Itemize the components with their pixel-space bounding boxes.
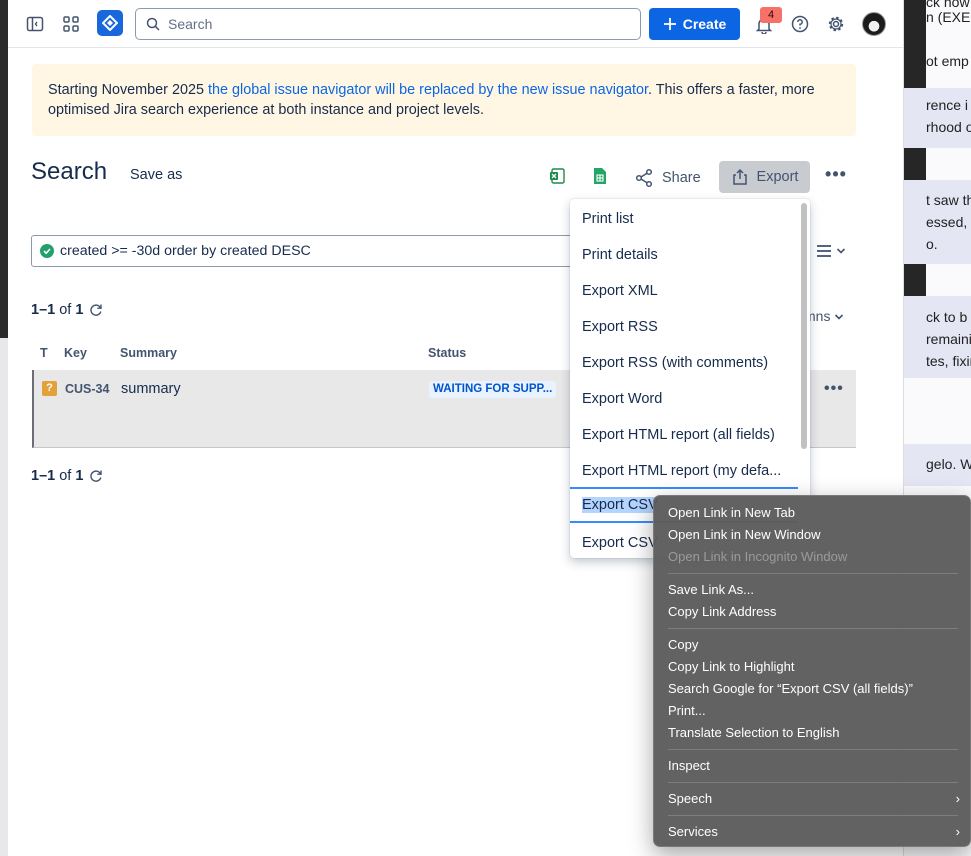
background-text: rence i: [926, 97, 969, 113]
background-window-left: [0, 0, 8, 856]
ctx-separator: [668, 815, 958, 816]
share-icon: [635, 168, 653, 188]
deprecation-banner: Starting November 2025 the global issue …: [32, 64, 856, 136]
google-sheets-icon[interactable]: [590, 166, 610, 186]
columns-button[interactable]: mns: [804, 308, 844, 324]
background-text: ck to b: [926, 309, 968, 325]
create-label: Create: [682, 16, 727, 32]
banner-text-before: Starting November 2025: [48, 82, 208, 98]
background-text: gelo. We a: [926, 456, 971, 472]
search-input[interactable]: Search: [135, 8, 641, 40]
search-icon: [146, 17, 160, 31]
top-navigation: Search Create 4: [8, 0, 903, 48]
menu-item-export-word[interactable]: Export Word: [570, 381, 798, 417]
ctx-save-link-as[interactable]: Save Link As...: [668, 579, 960, 601]
result-count-bottom: 1–1 of 1: [31, 468, 103, 484]
background-text: t saw th: [926, 192, 971, 208]
chevron-down-icon: [835, 314, 844, 320]
ctx-open-new-tab[interactable]: Open Link in New Tab: [668, 502, 960, 524]
save-as-button[interactable]: Save as: [130, 167, 182, 183]
count-range: 1–1: [31, 468, 56, 484]
list-icon: [817, 245, 831, 257]
refresh-icon[interactable]: [89, 303, 103, 317]
count-total: 1: [75, 468, 84, 484]
background-text: remaining: [926, 331, 971, 347]
count-of: of: [55, 468, 76, 484]
column-header-key[interactable]: Key: [64, 346, 87, 360]
page-title: Search: [31, 158, 108, 185]
background-text: n (EXE,S: [926, 9, 971, 25]
row-more-actions-icon[interactable]: •••: [824, 380, 844, 398]
ctx-inspect[interactable]: Inspect: [668, 755, 960, 777]
valid-check-icon: [40, 244, 54, 258]
menu-item-export-rss[interactable]: Export RSS: [570, 309, 798, 345]
refresh-icon[interactable]: [89, 469, 103, 483]
jql-query-text: created >= -30d order by created DESC: [60, 243, 311, 259]
create-button[interactable]: Create: [649, 8, 740, 40]
ctx-search-google[interactable]: Search Google for “Export CSV (all field…: [668, 678, 960, 700]
ctx-open-incognito: Open Link in Incognito Window: [668, 549, 848, 564]
share-label: Share: [662, 170, 701, 186]
column-header-type[interactable]: T: [40, 346, 48, 360]
menu-item-export-rss-comments[interactable]: Export RSS (with comments): [570, 345, 798, 381]
export-upload-icon: [732, 168, 747, 185]
ctx-separator: [668, 749, 958, 750]
status-badge[interactable]: WAITING FOR SUPP...: [429, 381, 557, 398]
result-count-top: 1–1 of 1: [31, 302, 103, 318]
ctx-copy[interactable]: Copy: [668, 634, 960, 656]
chevron-down-icon: [836, 248, 846, 254]
ctx-separator: [668, 782, 958, 783]
background-text: o.: [926, 236, 938, 252]
issue-key-link[interactable]: CUS-34: [65, 382, 109, 396]
count-total: 1: [75, 302, 84, 318]
ctx-separator: [668, 628, 958, 629]
ctx-speech-label: Speech: [668, 791, 713, 806]
ctx-services[interactable]: Services ›: [668, 821, 960, 843]
plus-icon: [663, 18, 676, 30]
app-switcher-icon[interactable]: [57, 10, 85, 38]
ctx-separator: [668, 573, 958, 574]
excel-export-icon[interactable]: [548, 166, 568, 186]
ctx-translate[interactable]: Translate Selection to English: [668, 722, 960, 744]
count-of: of: [55, 302, 76, 318]
ctx-print[interactable]: Print...: [668, 700, 960, 722]
help-icon[interactable]: [786, 10, 814, 38]
user-avatar[interactable]: [862, 12, 886, 36]
browser-context-menu: Open Link in New Tab Open Link in New Wi…: [653, 495, 971, 847]
background-text: tes, fixing: [926, 353, 971, 369]
jql-query-input[interactable]: created >= -30d order by created DESC: [31, 235, 591, 267]
menu-item-print-details[interactable]: Print details: [570, 237, 798, 273]
list-view-toggle[interactable]: [816, 242, 854, 260]
export-label: Export: [756, 169, 799, 185]
issue-summary-link[interactable]: summary: [121, 381, 181, 397]
banner-link[interactable]: the global issue navigator will be repla…: [208, 82, 648, 98]
ctx-speech[interactable]: Speech ›: [668, 788, 960, 810]
background-text: rhood o: [926, 119, 971, 135]
menu-item-export-html-all[interactable]: Export HTML report (all fields): [570, 417, 798, 453]
ctx-services-label: Services: [668, 824, 718, 839]
chevron-right-icon: ›: [955, 824, 960, 839]
chevron-right-icon: ›: [955, 791, 960, 806]
count-range: 1–1: [31, 302, 56, 318]
menu-item-export-xml[interactable]: Export XML: [570, 273, 798, 309]
ctx-open-new-window[interactable]: Open Link in New Window: [668, 524, 960, 546]
column-header-summary[interactable]: Summary: [120, 346, 177, 360]
menu-item-export-html-default[interactable]: Export HTML report (my defa...: [570, 453, 798, 489]
sidebar-toggle-icon[interactable]: [21, 10, 49, 38]
ctx-copy-link-address[interactable]: Copy Link Address: [668, 601, 960, 623]
background-text: ot emp: [926, 53, 969, 69]
share-button[interactable]: Share: [634, 162, 701, 194]
more-actions-icon[interactable]: •••: [822, 164, 850, 192]
jira-logo-icon[interactable]: [97, 10, 123, 36]
question-issue-type-icon: ?: [42, 381, 57, 396]
export-button[interactable]: Export: [719, 161, 810, 193]
column-header-status[interactable]: Status: [428, 346, 466, 360]
notification-badge: 4: [760, 7, 782, 23]
menu-scrollbar[interactable]: [801, 203, 807, 449]
background-text: essed, s: [926, 214, 971, 230]
search-placeholder: Search: [168, 16, 213, 32]
settings-gear-icon[interactable]: [822, 10, 850, 38]
ctx-copy-link-highlight[interactable]: Copy Link to Highlight: [668, 656, 960, 678]
menu-item-print-list[interactable]: Print list: [570, 201, 798, 237]
